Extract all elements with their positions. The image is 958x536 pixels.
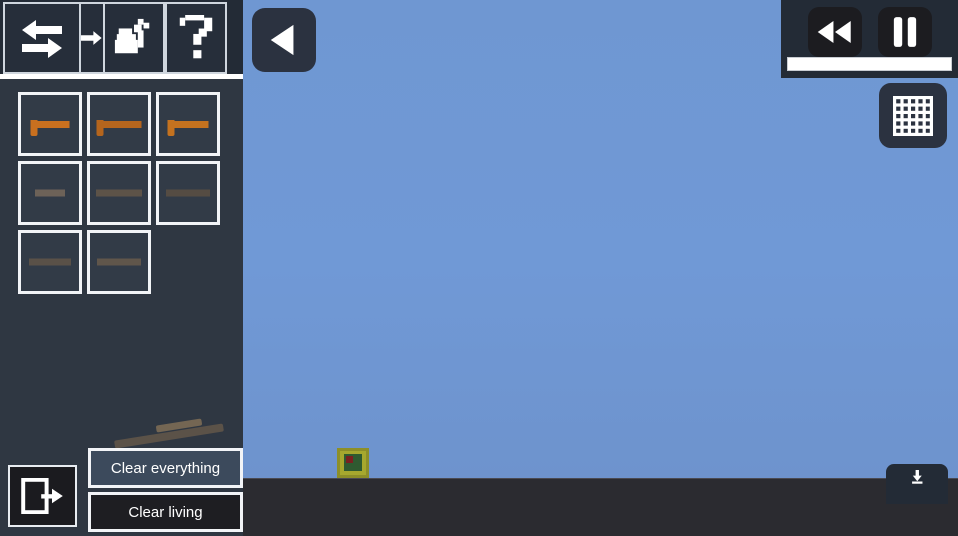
pause-icon [893, 17, 916, 47]
rewind-button[interactable] [807, 7, 862, 57]
download-icon [912, 470, 923, 484]
clear-button-group: Clear everything Clear living [88, 448, 243, 532]
weapon-rifle-5-icon [97, 258, 141, 266]
weapon-slot[interactable] [18, 230, 82, 294]
game-screen: Clear everything Clear living [0, 0, 958, 536]
clear-living-button[interactable]: Clear living [88, 492, 243, 532]
weapon-smg-icon [96, 112, 142, 136]
weapon-rifle-3-icon [166, 189, 210, 197]
spray-icon [114, 18, 150, 54]
weapon-slot[interactable] [87, 161, 151, 225]
grid-toggle-button[interactable] [879, 83, 947, 148]
bottom-collapse-panel[interactable] [886, 464, 948, 504]
spray-button[interactable] [103, 2, 165, 74]
weapon-slot[interactable] [87, 92, 151, 156]
weapon-slot[interactable] [87, 230, 151, 294]
help-icon [179, 15, 213, 59]
exit-icon [20, 478, 63, 514]
weapon-slot[interactable] [18, 92, 82, 156]
back-arrow-icon [270, 24, 294, 56]
sidebar-toolbar [0, 0, 243, 79]
help-button[interactable] [165, 2, 227, 74]
weapon-slot[interactable] [156, 92, 220, 156]
left-sidebar: Clear everything Clear living [0, 0, 243, 536]
pause-button[interactable] [877, 7, 932, 57]
grid-icon [893, 95, 933, 136]
swap-button[interactable] [3, 2, 81, 74]
playback-panel [781, 0, 958, 78]
clear-everything-button[interactable]: Clear everything [88, 448, 243, 488]
exit-button[interactable] [8, 465, 77, 527]
weapon-grid [18, 92, 240, 299]
weapon-sawnoff-icon [167, 112, 209, 136]
swap-icon [22, 20, 62, 58]
weapon-pistol-icon [30, 112, 70, 136]
weapon-rifle-4-icon [29, 258, 71, 266]
rewind-icon [817, 21, 851, 43]
clear-living-label: Clear living [128, 503, 203, 521]
next-button[interactable] [81, 2, 103, 74]
next-icon [81, 31, 102, 45]
clear-everything-label: Clear everything [110, 459, 221, 477]
toolbar-underline [0, 74, 243, 79]
weapon-rifle-2-icon [96, 189, 142, 197]
timeline-slider[interactable] [787, 57, 952, 71]
block-entity-dot [346, 456, 353, 463]
weapon-slot[interactable] [18, 161, 82, 225]
playback-controls [781, 6, 958, 58]
back-button[interactable] [252, 8, 316, 72]
weapon-slot[interactable] [156, 161, 220, 225]
weapon-rifle-1-icon [35, 189, 65, 197]
block-entity[interactable] [337, 448, 369, 478]
